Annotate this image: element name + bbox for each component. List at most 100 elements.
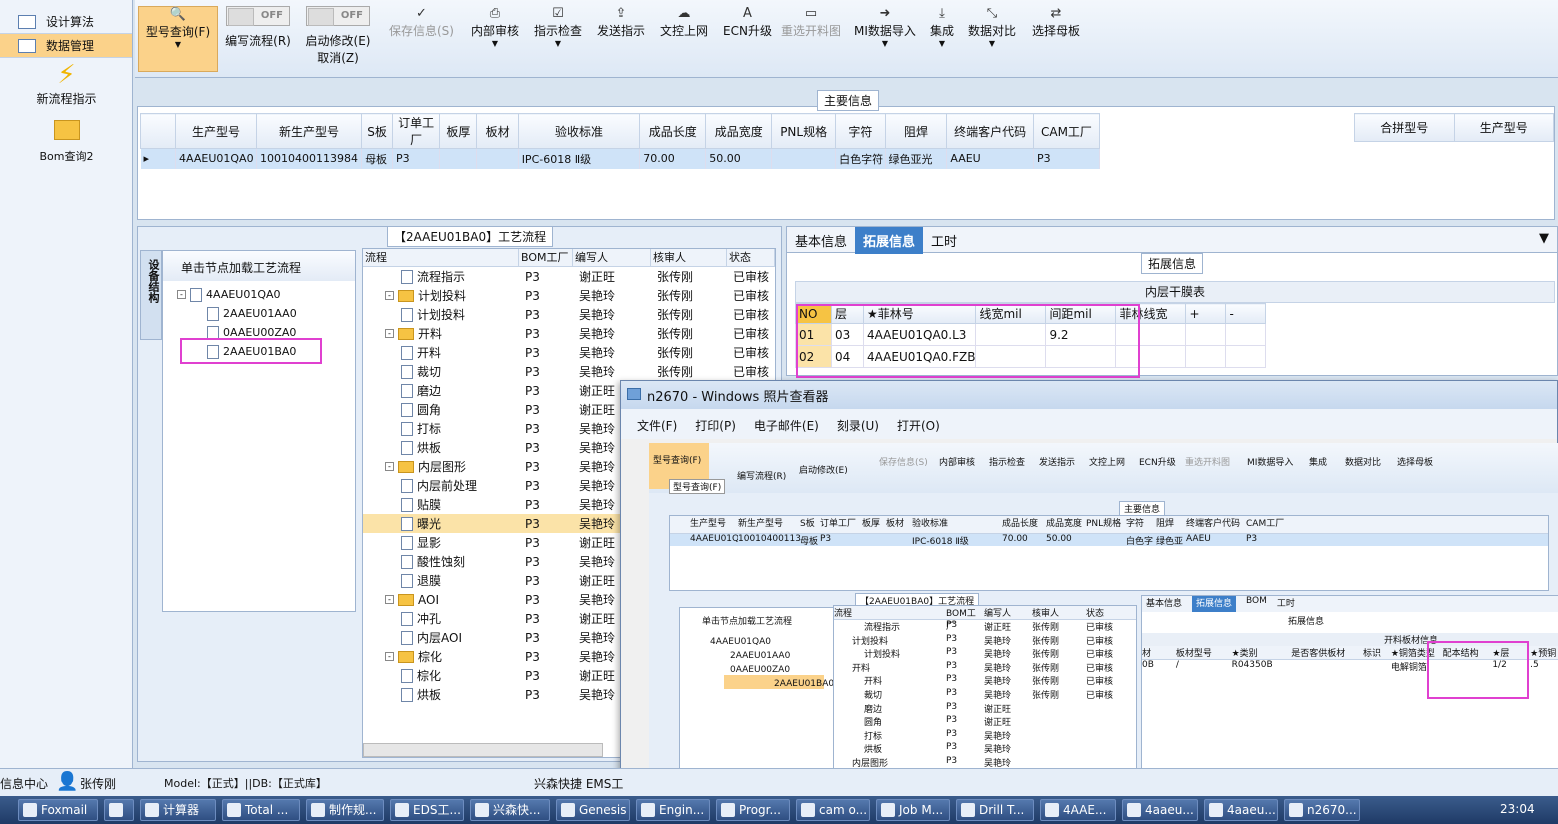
nav-item-algorithm[interactable]: 设计算法 xyxy=(0,10,132,34)
taskbar-item[interactable]: 计算器 xyxy=(140,799,216,821)
collapse-icon[interactable]: - xyxy=(385,595,394,604)
column-header[interactable]: PNL规格 xyxy=(771,113,837,149)
column-header[interactable]: 状态 xyxy=(727,249,775,266)
table-row[interactable]: 裁切 P3 吴艳玲 张传刚 已审核 xyxy=(363,362,775,381)
column-header[interactable]: 板厚 xyxy=(439,113,478,149)
table-row[interactable]: 流程指示 P3 谢正旺 张传刚 已审核 xyxy=(363,267,775,286)
internal-review-button[interactable]: ⎙ 内部审核 ▼ xyxy=(471,6,519,48)
column-header[interactable]: 流程 xyxy=(363,249,519,266)
table-cell[interactable]: P3 xyxy=(392,148,441,169)
dropdown-arrow-icon[interactable]: ▼ xyxy=(1531,227,1557,250)
column-header[interactable]: + xyxy=(1185,303,1227,324)
column-header[interactable]: 成品长度 xyxy=(639,113,707,149)
viewer-title-bar[interactable]: n2670 - Windows 照片查看器 xyxy=(621,381,1557,409)
document-icon xyxy=(401,668,413,683)
side-tab[interactable]: 设备结构 xyxy=(140,250,162,340)
new-flow-button[interactable]: ⚡ 新流程指示 xyxy=(0,60,133,107)
taskbar-item[interactable]: Total ... xyxy=(222,799,300,821)
taskbar-item[interactable]: cam o... xyxy=(796,799,870,821)
table-row[interactable]: - 开料 P3 吴艳玲 张传刚 已审核 xyxy=(363,324,775,343)
table-cell[interactable] xyxy=(476,148,519,169)
reselect-button[interactable]: ▭ 重选开料图 xyxy=(781,6,841,39)
menu-print[interactable]: 打印(P) xyxy=(695,417,736,439)
collapse-icon[interactable]: - xyxy=(385,462,394,471)
taskbar-item[interactable]: Drill T... xyxy=(956,799,1034,821)
document-icon xyxy=(401,573,413,588)
model-query-button[interactable]: 🔍 型号查询(F) ▼ xyxy=(138,6,218,72)
menu-open[interactable]: 打开(O) xyxy=(897,417,940,439)
table-cell[interactable]: 50.00 xyxy=(705,148,773,169)
column-header[interactable]: 核审人 xyxy=(651,249,727,266)
table-cell[interactable]: P3 xyxy=(1033,148,1101,169)
table-cell[interactable]: 70.00 xyxy=(639,148,707,169)
table-cell[interactable]: 绿色亚光 xyxy=(885,148,948,169)
column-header[interactable]: 终端客户代码 xyxy=(946,113,1034,149)
nav-item-data-management[interactable]: 数据管理 xyxy=(0,34,132,58)
taskbar-item[interactable]: 4AAE... xyxy=(1040,799,1116,821)
taskbar-item[interactable] xyxy=(104,799,134,821)
taskbar-item[interactable]: n2670... xyxy=(1284,799,1360,821)
instruction-check-button[interactable]: ☑ 指示检查 ▼ xyxy=(534,6,582,48)
mi-import-button[interactable]: ➜ MI数据导入 ▼ xyxy=(854,6,916,48)
table-cell[interactable]: 母板 xyxy=(361,148,393,169)
collapse-icon[interactable]: - xyxy=(385,291,394,300)
taskbar-item[interactable]: 4aaeu... xyxy=(1122,799,1198,821)
taskbar-item[interactable]: Job M... xyxy=(876,799,950,821)
send-button[interactable]: ⇪ 发送指示 xyxy=(597,6,645,39)
taskbar-item[interactable]: Progr... xyxy=(716,799,790,821)
write-flow-toggle[interactable]: OFF 编写流程(R) xyxy=(225,6,291,49)
integrate-button[interactable]: ⤓ 集成 ▼ xyxy=(930,6,954,48)
status-bar: 信息中心 👤 张传刚 Model:【正式】||DB:【正式库】 兴森快捷 EMS… xyxy=(0,768,1558,796)
taskbar-item[interactable]: Foxmail xyxy=(18,799,98,821)
collapse-icon[interactable]: - xyxy=(385,652,394,661)
tab-hours[interactable]: 工时 xyxy=(923,227,965,254)
horizontal-scrollbar[interactable] xyxy=(363,743,603,757)
table-row[interactable]: 开料 P3 吴艳玲 张传刚 已审核 xyxy=(363,343,775,362)
checkbox-icon: ☑ xyxy=(552,6,564,21)
taskbar-item[interactable]: 制作规... xyxy=(306,799,384,821)
table-cell[interactable]: 4AAEU01QA0 xyxy=(175,148,257,169)
column-header[interactable]: BOM工厂 xyxy=(519,249,573,266)
upload-web-button[interactable]: ☁ 文控上网 xyxy=(660,6,708,39)
taskbar-item[interactable]: Engin... xyxy=(636,799,710,821)
column-header[interactable]: S板 xyxy=(361,113,393,149)
column-header[interactable]: 生产型号 xyxy=(175,113,257,149)
column-header[interactable]: 验收标准 xyxy=(517,113,641,149)
taskbar-item[interactable]: EDS工... xyxy=(390,799,464,821)
column-header[interactable]: 成品宽度 xyxy=(705,113,773,149)
table-row[interactable]: 计划投料 P3 吴艳玲 张传刚 已审核 xyxy=(363,305,775,324)
table-row[interactable]: - 计划投料 P3 吴艳玲 张传刚 已审核 xyxy=(363,286,775,305)
table-cell[interactable] xyxy=(771,148,837,169)
table-cell[interactable] xyxy=(439,148,478,169)
tab-ext[interactable]: 拓展信息 xyxy=(855,227,924,254)
tree-node[interactable]: 2AAEU01AA0 xyxy=(177,304,355,323)
tab-basic[interactable]: 基本信息 xyxy=(787,227,855,254)
taskbar-item[interactable]: Genesis xyxy=(556,799,630,821)
table-cell[interactable]: 白色字符 xyxy=(835,148,886,169)
taskbar-item[interactable]: 4aaeu... xyxy=(1204,799,1278,821)
column-header[interactable]: 订单工厂 xyxy=(391,113,441,149)
column-header[interactable]: 阻焊 xyxy=(884,113,948,149)
save-button[interactable]: ✓ 保存信息(S) xyxy=(389,6,454,39)
select-mother-button[interactable]: ⇄ 选择母板 xyxy=(1032,6,1080,39)
table-cell[interactable]: IPC-6018 Ⅱ级 xyxy=(518,148,641,169)
taskbar-item[interactable]: 兴森快... xyxy=(470,799,550,821)
menu-file[interactable]: 文件(F) xyxy=(637,417,677,439)
menu-burn[interactable]: 刻录(U) xyxy=(837,417,879,439)
column-header[interactable]: CAM工厂 xyxy=(1032,113,1101,149)
bom-query-button[interactable]: Bom查询2 xyxy=(0,120,133,164)
ecn-button[interactable]: A ECN升级 xyxy=(723,6,772,39)
table-cell[interactable]: AAEU xyxy=(946,148,1034,169)
column-header[interactable]: - xyxy=(1225,303,1267,324)
column-header[interactable]: 板材 xyxy=(476,113,519,149)
column-header[interactable]: 字符 xyxy=(835,113,886,149)
tree-root[interactable]: -4AAEU01QA0 xyxy=(177,285,355,304)
compare-button[interactable]: ⤡ 数据对比 ▼ xyxy=(968,6,1016,48)
table-cell[interactable]: 10010400113984 xyxy=(256,148,363,169)
menu-email[interactable]: 电子邮件(E) xyxy=(754,417,819,439)
column-header[interactable]: 编写人 xyxy=(573,249,651,266)
lightning-icon: ⚡ xyxy=(57,60,76,90)
collapse-icon[interactable]: - xyxy=(385,329,394,338)
column-header[interactable]: 新生产型号 xyxy=(255,113,363,149)
start-edit-toggle[interactable]: OFF 启动修改(E) 取消(Z) xyxy=(305,6,371,66)
